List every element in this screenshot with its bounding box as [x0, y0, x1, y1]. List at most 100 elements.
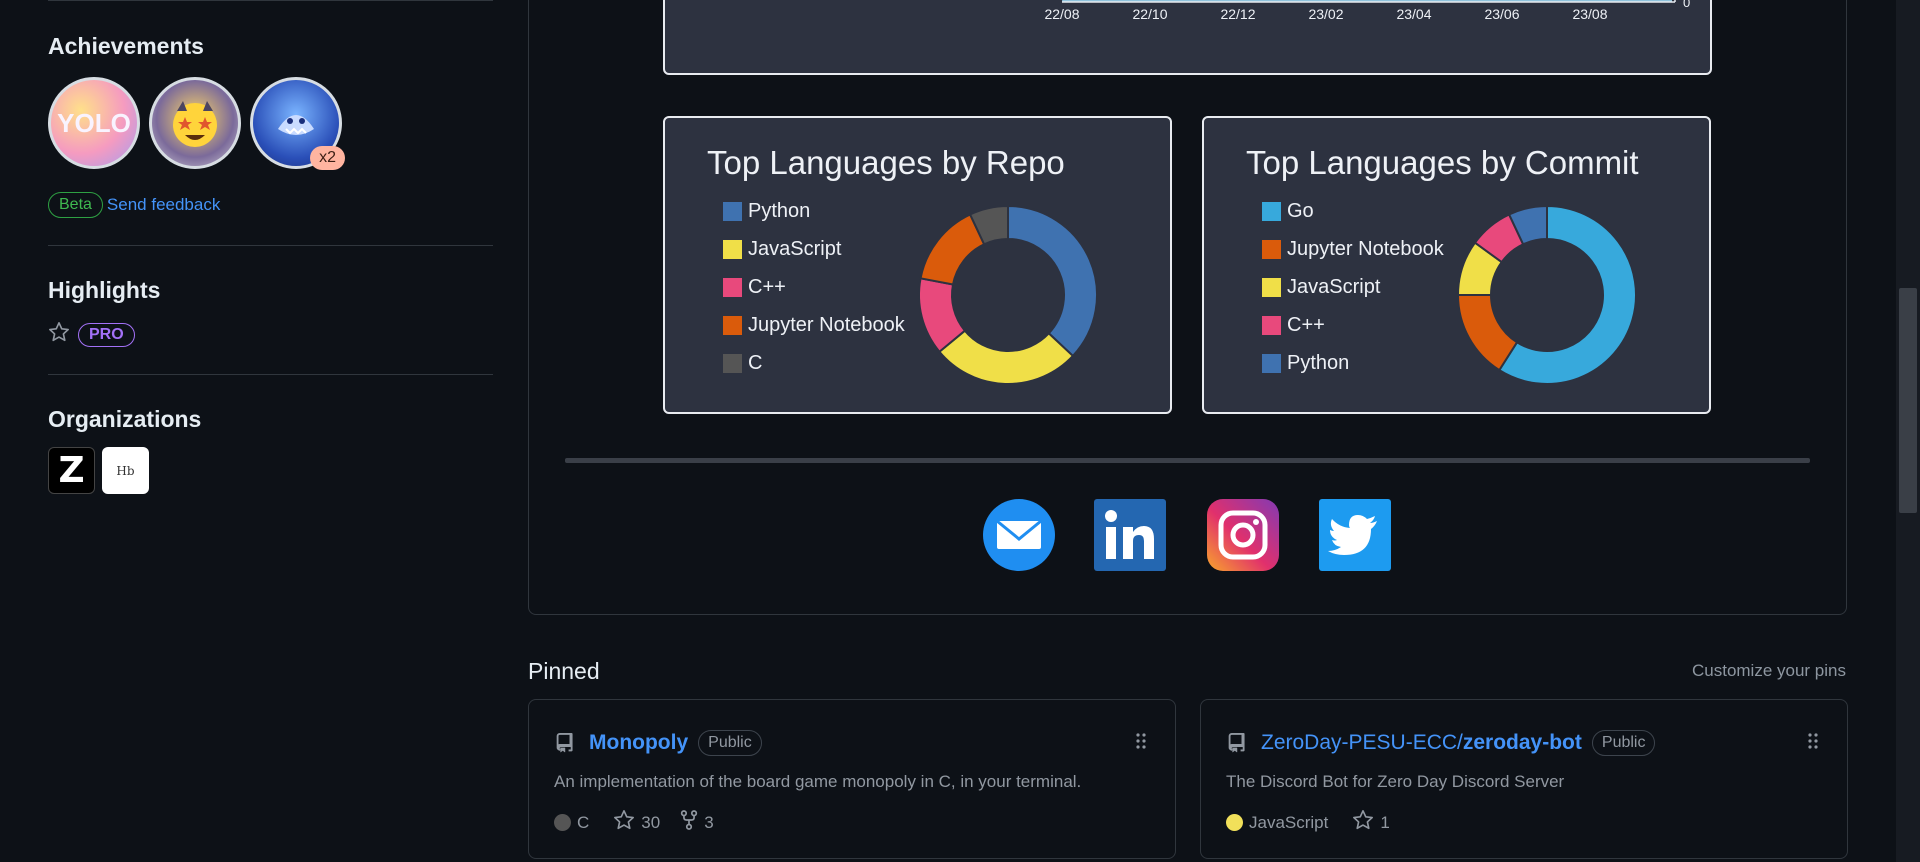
legend-item: Python: [723, 200, 810, 223]
email-icon[interactable]: [983, 499, 1055, 571]
legend-swatch: [723, 202, 742, 221]
donut-slice-javascript: [938, 329, 1075, 385]
x-tick: 22/08: [1044, 6, 1080, 22]
x-tick: 22/12: [1220, 6, 1256, 22]
repo-icon: [1226, 733, 1246, 760]
legend-label: C++: [748, 276, 786, 298]
legend-item: C++: [723, 276, 786, 299]
repo-link-monopoly[interactable]: Monopoly Public: [589, 730, 762, 756]
org-hb[interactable]: Hb: [102, 447, 149, 494]
repo-name: Monopoly: [589, 731, 689, 754]
scrollbar[interactable]: [1896, 0, 1920, 862]
fork-icon[interactable]: [680, 809, 698, 836]
legend-label: Go: [1287, 200, 1314, 222]
commit-y-axis: 5 0: [1683, 0, 1690, 10]
legend-label: Python: [1287, 352, 1350, 374]
legend-item: Jupyter Notebook: [723, 314, 905, 337]
pinned-repo-card: ZeroDay-PESU-ECC/zeroday-bot Public The D…: [1200, 699, 1848, 859]
visibility-badge: Public: [1591, 730, 1656, 756]
repo-name: zeroday-bot: [1462, 731, 1582, 754]
divider: [48, 374, 493, 375]
repo-languages-title: Top Languages by Repo: [707, 144, 1065, 181]
legend-item: JavaScript: [1262, 276, 1380, 299]
x-tick: 23/04: [1396, 6, 1432, 22]
commit-donut-chart: [1456, 204, 1637, 385]
legend-item: Jupyter Notebook: [1262, 238, 1444, 261]
y-tick: 0: [1683, 0, 1691, 10]
x-tick: 23/06: [1484, 6, 1520, 22]
profile-sidebar: Achievements YOLO x2 Beta Send feedback …: [48, 0, 493, 494]
repo-description: The Discord Bot for Zero Day Discord Ser…: [1226, 772, 1565, 791]
star-icon[interactable]: [1352, 809, 1374, 836]
scrollbar-thumb[interactable]: [1899, 288, 1917, 513]
repo-icon: [554, 733, 574, 760]
legend-swatch: [1262, 278, 1281, 297]
commit-languages-card: Top Languages by Commit Go Jupyter Notebo…: [1202, 116, 1711, 414]
visibility-badge: Public: [698, 730, 762, 756]
star-icon[interactable]: [613, 809, 635, 836]
instagram-icon[interactable]: [1207, 499, 1279, 571]
x-tick: 23/08: [1572, 6, 1608, 22]
organizations-title: Organizations: [48, 406, 202, 432]
hb-logo-icon: Hb: [116, 463, 135, 478]
legend-label: Jupyter Notebook: [748, 314, 905, 336]
linkedin-icon[interactable]: [1094, 499, 1166, 571]
repo-description: An implementation of the board game mono…: [554, 772, 1082, 791]
language-color-dot: [1226, 814, 1243, 831]
repo-owner: ZeroDay-PESU-ECC/: [1261, 731, 1463, 754]
legend-label: JavaScript: [1287, 276, 1381, 298]
achievement-badges: YOLO x2: [48, 77, 345, 170]
send-feedback-link[interactable]: Send feedback: [107, 195, 220, 215]
x-tick: 22/10: [1132, 6, 1168, 22]
legend-swatch: [1262, 202, 1281, 221]
achievement-pull-shark[interactable]: x2: [250, 77, 345, 170]
fork-count[interactable]: 3: [704, 813, 713, 833]
repo-languages-card: Top Languages by Repo Python JavaScript C+…: [663, 116, 1172, 414]
beta-label: Beta: [48, 192, 103, 218]
legend-item: Python: [1262, 352, 1349, 375]
drag-handle-icon[interactable]: [1807, 732, 1819, 755]
legend-swatch: [723, 240, 742, 259]
achievement-count: x2: [310, 146, 345, 170]
highlights-row: PRO: [48, 321, 135, 348]
commit-activity-chart: 22/08 22/10 22/12 23/02 23/04 23/06 23/08 5 0: [663, 0, 1712, 75]
legend-swatch: [1262, 240, 1281, 259]
legend-item: C: [723, 352, 762, 375]
repo-language: C: [577, 812, 590, 832]
language-color-dot: [554, 814, 571, 831]
starstruck-face-icon: [152, 80, 238, 166]
legend-item: Go: [1262, 200, 1314, 223]
pro-badge: PRO: [78, 322, 135, 347]
achievements-title[interactable]: Achievements: [48, 33, 204, 60]
legend-swatch: [1262, 354, 1281, 373]
yolo-badge-text: YOLO: [57, 107, 131, 138]
divider: [48, 245, 493, 246]
legend-label: Jupyter Notebook: [1287, 238, 1444, 260]
legend-swatch: [1262, 316, 1281, 335]
drag-handle-icon[interactable]: [1135, 732, 1147, 755]
twitter-icon[interactable]: [1319, 499, 1391, 571]
repo-meta: C 30 3: [554, 809, 714, 836]
readme-divider: [565, 458, 1810, 463]
zeroday-logo-icon: Z: [58, 450, 85, 491]
achievement-yolo[interactable]: YOLO: [48, 77, 140, 169]
customize-pins-link[interactable]: Customize your pins: [1692, 661, 1846, 681]
achievement-starstruck[interactable]: [149, 77, 241, 169]
repo-link-zeroday-bot[interactable]: ZeroDay-PESU-ECC/zeroday-bot Public: [1261, 730, 1656, 756]
legend-label: Python: [748, 200, 811, 222]
legend-swatch: [723, 316, 742, 335]
pinned-repo-card: Monopoly Public An implementation of the …: [528, 699, 1176, 859]
donut-slice-python: [1007, 204, 1098, 358]
star-count[interactable]: 1: [1380, 813, 1389, 833]
commit-activity-svg: [1062, 0, 1676, 3]
star-count[interactable]: 30: [641, 813, 660, 833]
repo-meta: JavaScript 1: [1226, 809, 1390, 836]
legend-item: JavaScript: [723, 238, 841, 261]
legend-swatch: [723, 354, 742, 373]
pinned-title: Pinned: [528, 658, 600, 684]
organizations-list: Z Hb: [48, 447, 149, 494]
beta-feedback-row: Beta Send feedback: [48, 192, 220, 218]
org-zeroday[interactable]: Z: [48, 447, 95, 494]
legend-item: C++: [1262, 314, 1325, 337]
legend-label: JavaScript: [748, 238, 842, 260]
